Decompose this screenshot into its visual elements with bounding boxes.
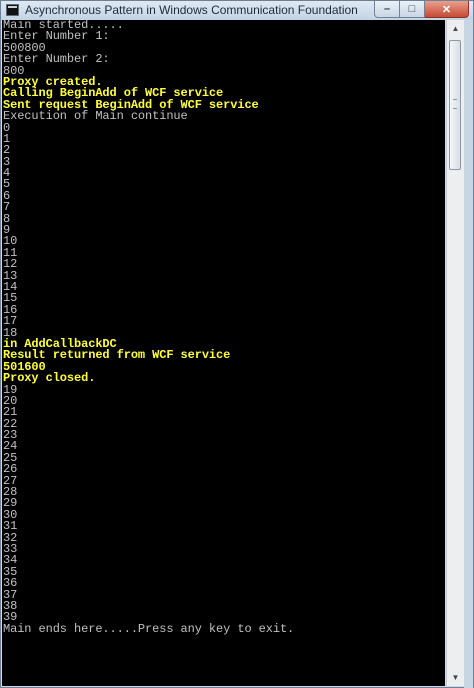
console-line: 38	[3, 598, 18, 613]
console-line: 23	[3, 428, 18, 443]
chevron-down-icon[interactable]: ▼	[447, 669, 464, 686]
console-line: 11	[3, 245, 18, 260]
console-line: 5	[3, 177, 11, 192]
console-line: 21	[3, 405, 18, 420]
console-line: 31	[3, 519, 18, 534]
caption-buttons: – □ ✕	[374, 1, 469, 18]
console-line: 34	[3, 553, 18, 568]
console-line: 15	[3, 291, 18, 306]
scrollbar-thumb[interactable]	[449, 40, 461, 170]
console-line: 16	[3, 302, 18, 317]
chevron-up-icon[interactable]: ▲	[447, 20, 464, 37]
console-line: 1	[3, 131, 11, 146]
console-line: 26	[3, 462, 18, 477]
console-line: 29	[3, 496, 18, 511]
console-line: 22	[3, 416, 18, 431]
console-line: Enter Number 2:	[3, 52, 110, 67]
console-line: 24	[3, 439, 18, 454]
console-line: 8	[3, 211, 11, 226]
window-frame-right	[464, 20, 473, 688]
console-line: 37	[3, 587, 18, 602]
title-bar[interactable]: Asynchronous Pattern in Windows Communic…	[1, 1, 473, 20]
window-title: Asynchronous Pattern in Windows Communic…	[25, 3, 358, 17]
console-line: 3	[3, 154, 11, 169]
console-app-icon[interactable]	[6, 4, 19, 16]
minimize-button[interactable]: –	[374, 1, 400, 18]
console-line: 9	[3, 223, 11, 238]
console-output[interactable]: Main started..... Enter Number 1: 500800 En…	[2, 20, 445, 686]
console-line: 7	[3, 200, 11, 215]
maximize-button[interactable]: □	[400, 1, 425, 18]
console-line: 32	[3, 530, 18, 545]
console-line: 14	[3, 279, 18, 294]
console-line: 0	[3, 120, 11, 135]
console-line: 30	[3, 507, 18, 522]
console-line: 17	[3, 314, 18, 329]
console-line: 36	[3, 576, 18, 591]
console-line: 20	[3, 393, 18, 408]
console-line: 4	[3, 166, 11, 181]
console-line: 25	[3, 450, 18, 465]
console-line: 12	[3, 257, 18, 272]
console-line: Main ends here.....Press any key to exit…	[3, 621, 295, 636]
console-line: Execution of Main continue	[3, 109, 188, 124]
console-window: Asynchronous Pattern in Windows Communic…	[0, 0, 474, 688]
console-line: 19	[3, 382, 18, 397]
console-line: 10	[3, 234, 18, 249]
console-line: 6	[3, 188, 11, 203]
console-line: Result returned from WCF service	[3, 348, 231, 363]
console-line: 33	[3, 541, 18, 556]
vertical-scrollbar[interactable]: ▲ ▼	[446, 20, 464, 686]
console-line: 28	[3, 485, 18, 500]
console-line: Proxy closed.	[3, 371, 96, 386]
console-line: 35	[3, 564, 18, 579]
console-line: Enter Number 1:	[3, 29, 110, 44]
console-line: 13	[3, 268, 18, 283]
console-line: 27	[3, 473, 18, 488]
close-button[interactable]: ✕	[425, 1, 469, 18]
console-line: 2	[3, 143, 11, 158]
